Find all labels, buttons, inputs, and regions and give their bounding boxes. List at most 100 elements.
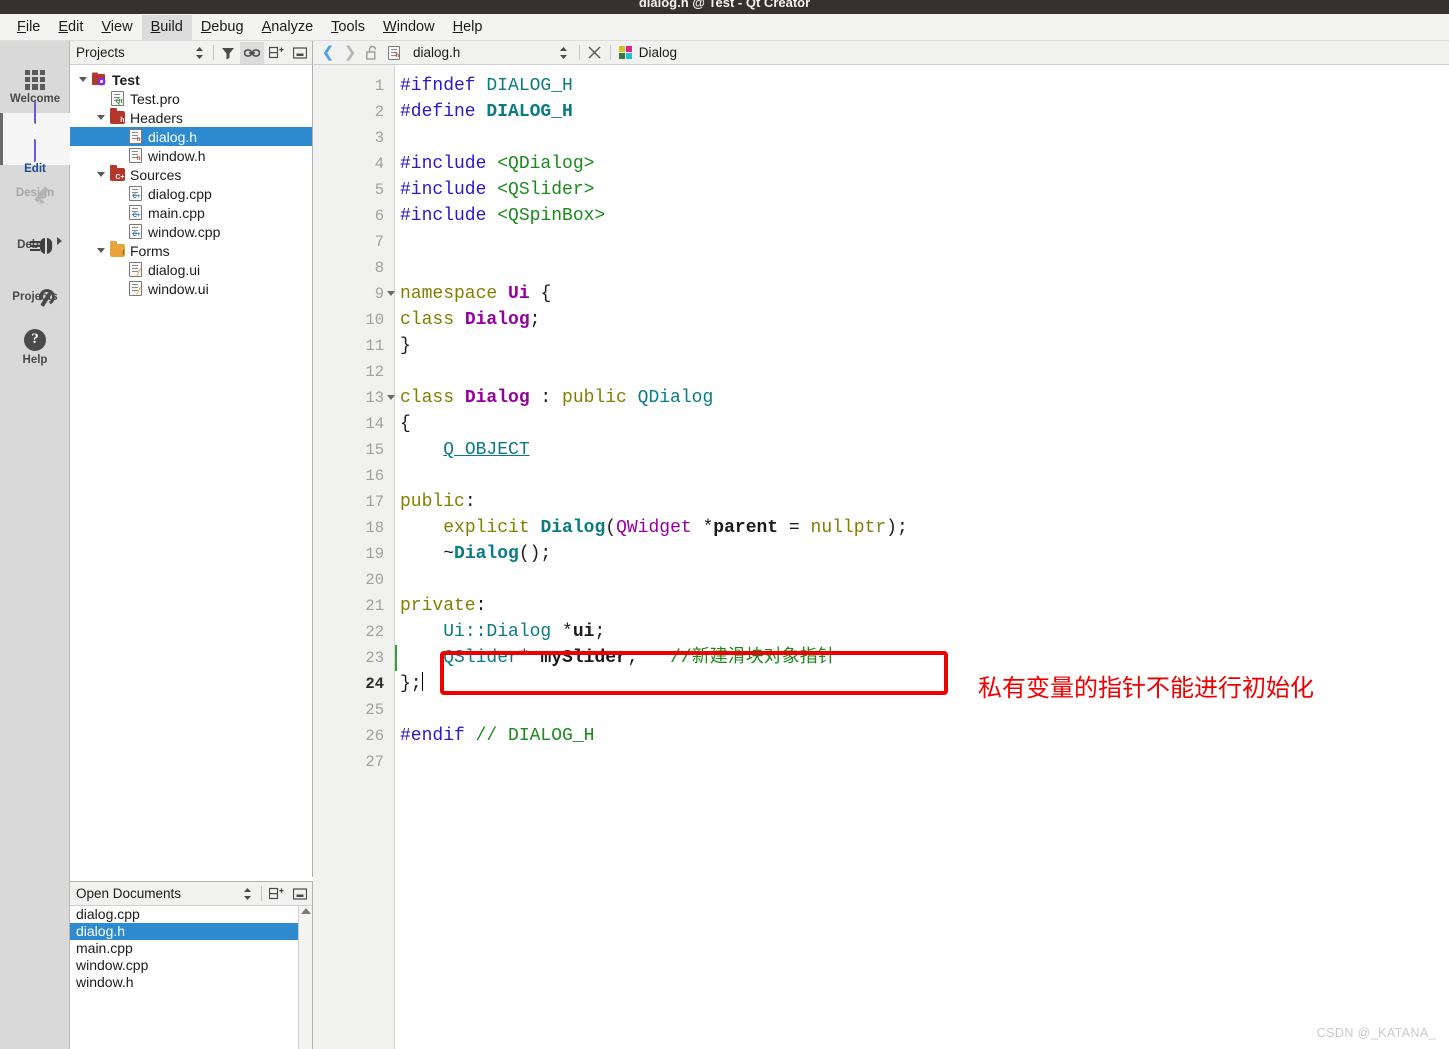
line-number: 10 xyxy=(365,311,384,329)
sources-folder-icon: C+ xyxy=(108,165,126,181)
chevron-down-icon[interactable] xyxy=(94,248,108,253)
editor-symbol-selector[interactable]: Dialog xyxy=(637,45,685,60)
debug-submenu-arrow-icon[interactable] xyxy=(57,237,62,245)
chevron-right-icon[interactable]: ❯ xyxy=(339,42,361,64)
line-number: 22 xyxy=(365,623,384,641)
line-number: 24 xyxy=(365,675,384,693)
line-number: 21 xyxy=(365,597,384,615)
mode-item-help[interactable]: ? Help xyxy=(0,321,70,373)
menu-item-debug[interactable]: Debug xyxy=(192,15,253,40)
updown-selector-icon[interactable] xyxy=(553,42,575,64)
unlock-icon[interactable] xyxy=(361,42,383,64)
tree-item-label: dialog.h xyxy=(148,128,198,145)
code-line: #define DIALOG_H xyxy=(400,102,573,122)
close-icon[interactable] xyxy=(584,42,606,64)
menu-item-tools[interactable]: Tools xyxy=(322,15,374,40)
tree-item-test-pro[interactable]: Qt Test.pro xyxy=(70,89,312,108)
open-document-dialog-h[interactable]: dialog.h xyxy=(70,923,312,940)
split-add-icon[interactable] xyxy=(264,42,288,64)
filter-icon[interactable] xyxy=(216,42,240,64)
fold-marker-icon[interactable] xyxy=(387,395,395,400)
grid-icon xyxy=(25,69,45,90)
toolbar-divider xyxy=(578,45,580,60)
chevron-down-icon[interactable] xyxy=(94,172,108,177)
tree-item-sources[interactable]: C+ Sources xyxy=(70,165,312,184)
chevron-down-icon[interactable] xyxy=(94,115,108,120)
code-line: class Dialog : public QDialog xyxy=(400,388,714,408)
header-file-icon: h xyxy=(126,148,144,163)
editor-area: ❮ ❯ h dialog.h Dialog 1 2 3 4 5 6 7 8 9 … xyxy=(313,41,1449,1049)
tree-item-dialog-h[interactable]: h dialog.h xyxy=(70,127,312,146)
text-cursor xyxy=(421,672,423,691)
open-documents-list: dialog.cpp dialog.h main.cpp window.cpp wind… xyxy=(70,906,312,1049)
forms-folder-icon: / xyxy=(108,241,126,257)
tree-item-headers[interactable]: h Headers xyxy=(70,108,312,127)
annotation-red-note: 私有变量的指针不能进行初始化 xyxy=(978,674,1314,702)
menu-item-edit[interactable]: Edit xyxy=(49,15,92,40)
project-tree: Test Qt Test.pro h Headers h dialog.h h window.h… xyxy=(70,65,312,298)
tree-item-label: Forms xyxy=(130,242,170,259)
code-line: { xyxy=(400,414,411,434)
mode-item-design: Design xyxy=(0,165,70,217)
tree-item-window-cpp[interactable]: C+ window.cpp xyxy=(70,222,312,241)
cpp-file-icon: C+ xyxy=(126,205,144,220)
line-number: 9 xyxy=(313,281,395,307)
menu-item-analyze[interactable]: Analyze xyxy=(253,15,323,40)
menu-item-file[interactable]: File xyxy=(8,15,49,40)
open-document-window-cpp[interactable]: window.cpp xyxy=(70,957,312,974)
sort-selector-icon[interactable] xyxy=(187,42,211,64)
sort-selector-icon[interactable] xyxy=(235,883,259,905)
line-number: 6 xyxy=(374,207,384,225)
fold-marker-icon[interactable] xyxy=(387,291,395,296)
tree-item-forms[interactable]: / Forms xyxy=(70,241,312,260)
tree-item-window-ui[interactable]: ╱ window.ui xyxy=(70,279,312,298)
line-number: 19 xyxy=(365,545,384,563)
open-documents-title: Open Documents xyxy=(76,886,182,901)
cpp-file-icon: C+ xyxy=(126,186,144,201)
line-number: 2 xyxy=(374,103,384,121)
code-line: #ifndef DIALOG_H xyxy=(400,76,573,96)
sync-link-icon[interactable] xyxy=(240,41,264,64)
menu-item-view[interactable]: View xyxy=(92,15,141,40)
tree-item-dialog-cpp[interactable]: C+ dialog.cpp xyxy=(70,184,312,203)
editor-toolbar: ❮ ❯ h dialog.h Dialog xyxy=(313,41,1449,65)
open-documents-scrollbar[interactable] xyxy=(298,906,312,1049)
qt-class-icon xyxy=(615,42,637,64)
menu-bar: File Edit View Build Debug Analyze Tools Window… xyxy=(0,14,1449,41)
line-number: 18 xyxy=(365,519,384,537)
editor-filename[interactable]: dialog.h xyxy=(405,45,468,60)
tree-item-label: Test.pro xyxy=(130,90,180,107)
mode-item-projects[interactable]: Projects xyxy=(0,269,70,321)
tree-item-dialog-ui[interactable]: ╱ dialog.ui xyxy=(70,260,312,279)
code-line: #include <QSlider> xyxy=(400,180,595,200)
code-line: #include <QDialog> xyxy=(400,154,595,174)
tree-item-main-cpp[interactable]: C+ main.cpp xyxy=(70,203,312,222)
code-line: } xyxy=(400,336,411,356)
close-panel-icon[interactable] xyxy=(288,42,312,64)
line-number: 26 xyxy=(365,727,384,745)
chevron-left-icon[interactable]: ❮ xyxy=(317,42,339,64)
tree-item-test[interactable]: Test xyxy=(70,70,312,89)
menu-item-help[interactable]: Help xyxy=(444,15,492,40)
open-document-window-h[interactable]: window.h xyxy=(70,974,312,991)
code-line: Q_OBJECT xyxy=(443,440,530,460)
menu-item-build[interactable]: Build xyxy=(141,14,192,40)
pro-file-icon: Qt xyxy=(108,91,126,106)
mode-item-debug[interactable]: Debug xyxy=(0,217,70,269)
open-document-dialog-cpp[interactable]: dialog.cpp xyxy=(70,906,312,923)
help-icon: ? xyxy=(24,328,46,351)
open-document-main-cpp[interactable]: main.cpp xyxy=(70,940,312,957)
mode-item-edit[interactable]: Edit xyxy=(0,100,70,175)
line-number: 8 xyxy=(374,259,384,277)
menu-item-window[interactable]: Window xyxy=(374,15,444,40)
open-documents-header: Open Documents xyxy=(70,882,312,906)
line-number: 25 xyxy=(365,701,384,719)
tree-item-window-h[interactable]: h window.h xyxy=(70,146,312,165)
close-panel-icon[interactable] xyxy=(288,883,312,905)
chevron-down-icon[interactable] xyxy=(76,77,90,82)
split-add-icon[interactable] xyxy=(264,883,288,905)
code-text[interactable]: #ifndef DIALOG_H #define DIALOG_H #includ… xyxy=(395,65,1449,1049)
line-number-gutter: 1 2 3 4 5 6 7 8 9 10 11 12 13 14 15 16 17 18 19 20 21 22 23 24 2… xyxy=(313,65,397,1049)
scroll-up-icon[interactable] xyxy=(300,908,311,914)
